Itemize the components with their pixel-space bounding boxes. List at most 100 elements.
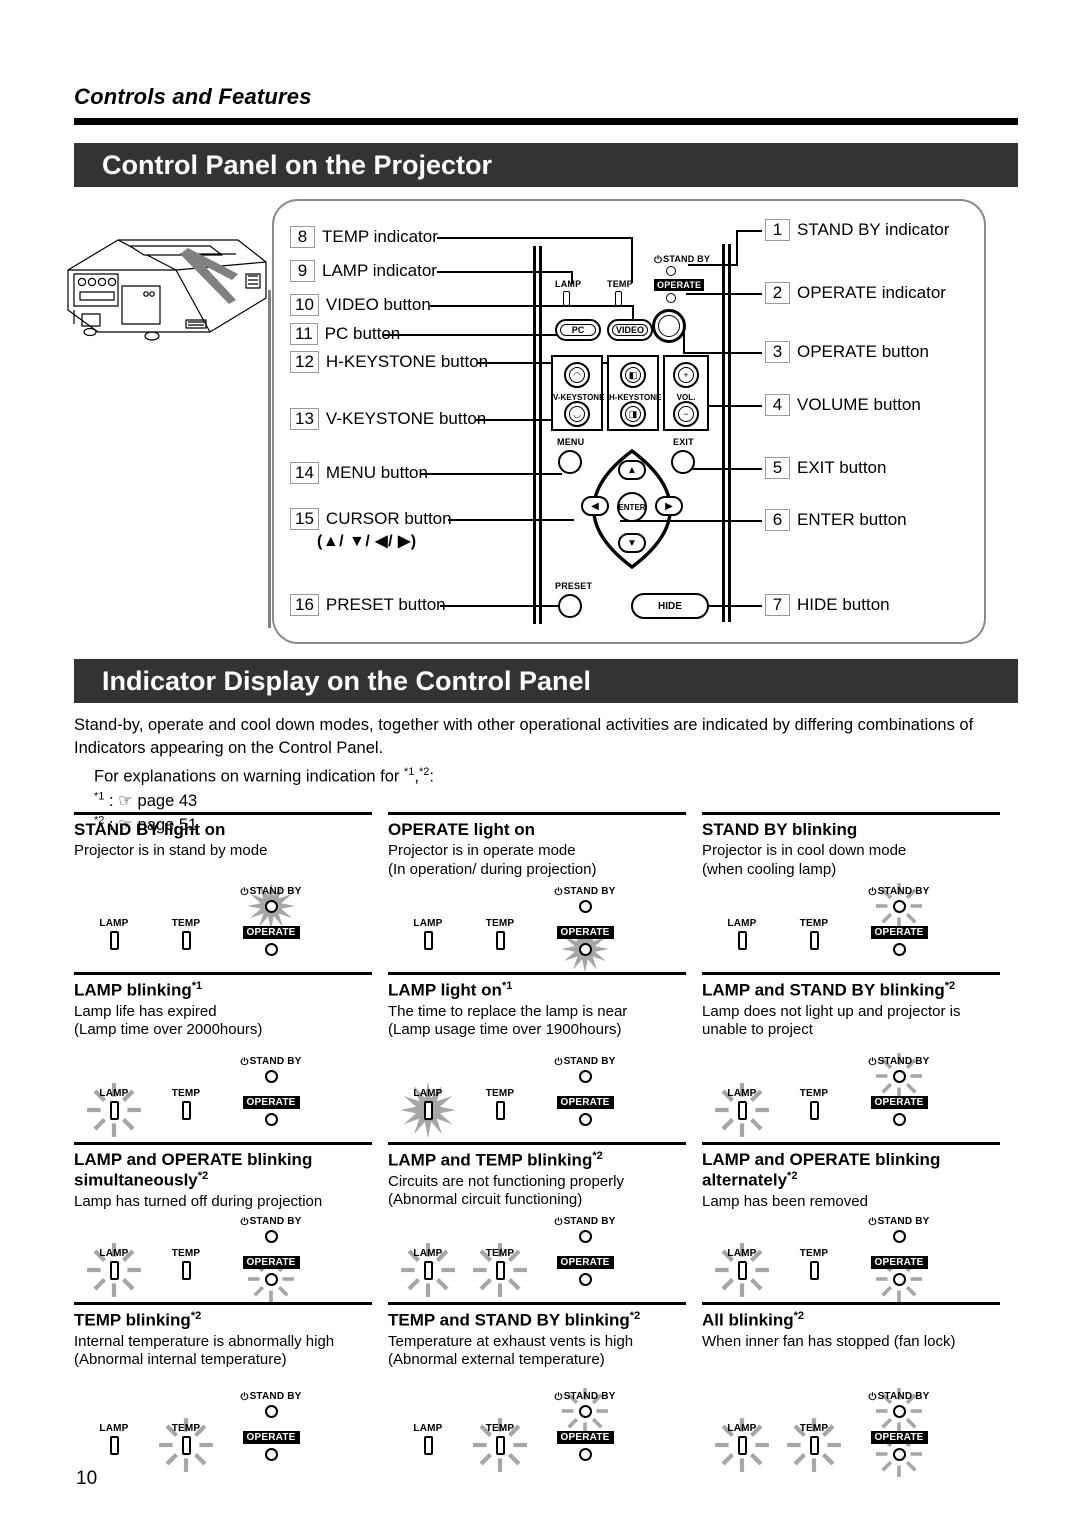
lamp-indicator-label: LAMP <box>413 1248 443 1259</box>
footnote-marker: *2 <box>787 1170 798 1183</box>
projector-illustration <box>67 239 267 341</box>
hide-button[interactable]: HIDE <box>631 593 709 619</box>
indicator-state-description: (Abnormal external temperature) <box>388 1351 605 1369</box>
lamp-indicator: LAMP <box>84 918 144 951</box>
lamp-indicator-label: LAMP <box>413 1088 443 1099</box>
indicator-state-title: STAND BY blinking <box>702 820 858 839</box>
h-keystone-left[interactable]: ◧ <box>620 362 646 388</box>
indicator-state-title: LAMP and OPERATE blinking simultaneously… <box>74 1150 313 1190</box>
callout-label: V-KEYSTONE button <box>325 409 487 429</box>
temp-led-wrap <box>156 1099 216 1121</box>
footnote-marker: *2 <box>419 765 430 778</box>
operate-button[interactable] <box>652 309 686 343</box>
standby-led <box>264 1229 278 1243</box>
callout-number: 10 <box>290 294 319 316</box>
callout-number: 12 <box>290 351 319 373</box>
temp-indicator: TEMP <box>156 1418 216 1472</box>
cell-rule <box>388 812 686 815</box>
h-keystone-button[interactable]: ◧ H-KEYSTONE ◨ <box>607 355 661 431</box>
indicator-row: LAMP and OPERATE blinking simultaneously… <box>74 1142 1018 1302</box>
standby-led-wrap <box>542 1067 628 1085</box>
standby-indicator: ⏻STAND BY <box>228 882 314 930</box>
standby-led <box>892 1069 906 1083</box>
temp-indicator-label: TEMP <box>171 1088 201 1099</box>
header-rule <box>74 118 1018 125</box>
v-keystone-up[interactable]: ◠ <box>564 362 590 388</box>
cursor-up-button[interactable]: ▲ <box>618 460 646 480</box>
preset-button[interactable] <box>558 594 582 618</box>
lamp-indicator: LAMP <box>84 1083 144 1137</box>
v-keystone-down[interactable]: ◡ <box>564 401 590 427</box>
lamp-led-wrap <box>398 929 458 951</box>
operate-led <box>578 942 592 956</box>
callout-10: 10 VIDEO button <box>290 294 431 316</box>
cp-standby-led <box>666 266 676 276</box>
lamp-led <box>737 1100 747 1120</box>
enter-button[interactable]: ENTER <box>617 492 647 522</box>
h-keystone-right[interactable]: ◨ <box>620 401 646 427</box>
standby-indicator-label: ⏻STAND BY <box>554 886 616 898</box>
cp-lamp-label: LAMP <box>555 279 582 289</box>
standby-indicator: ⏻STAND BY <box>542 1216 628 1245</box>
operate-led-wrap <box>228 940 314 958</box>
power-icon: ⏻ <box>240 1057 249 1068</box>
lamp-led <box>109 1100 119 1120</box>
standby-led <box>578 1229 592 1243</box>
pc-button-label: PC <box>571 325 585 335</box>
volume-down[interactable]: − <box>673 401 699 427</box>
cursor-right-button[interactable]: ▶ <box>655 496 683 516</box>
intro-paragraph: Stand-by, operate and cool down modes, t… <box>74 716 974 758</box>
indicator-cell: LAMP and STAND BY blinking*2 Lamp does no… <box>702 972 1016 1142</box>
callout-8: 8 TEMP indicator <box>290 226 438 248</box>
indicator-state-title: LAMP and OPERATE blinking alternately*2 <box>702 1150 941 1190</box>
volume-up[interactable]: + <box>673 362 699 388</box>
pc-button[interactable]: PC <box>555 319 601 341</box>
operate-indicator-label: OPERATE <box>870 1096 928 1109</box>
cursor-down-button[interactable]: ▼ <box>618 533 646 553</box>
standby-led <box>892 899 906 913</box>
callout-label: TEMP indicator <box>322 227 438 247</box>
preset-label: PRESET <box>555 581 593 591</box>
cp-operate-led <box>666 293 676 303</box>
standby-led-wrap <box>228 1067 314 1085</box>
temp-indicator: TEMP <box>470 1243 530 1297</box>
lamp-led-wrap <box>398 1082 458 1138</box>
cell-rule <box>702 812 1000 815</box>
indicator-state-description: Projector is in stand by mode <box>74 842 268 860</box>
cursor-left-button[interactable]: ◀ <box>581 496 609 516</box>
indicator-cluster: LAMP TEMP ⏻STAND BY OPERATE <box>712 1216 1002 1302</box>
lamp-led-wrap <box>398 1434 458 1456</box>
plus-icon: + <box>678 367 694 383</box>
cell-rule <box>74 812 372 815</box>
video-button[interactable]: VIDEO <box>607 319 653 341</box>
temp-led-wrap <box>156 1418 216 1472</box>
lamp-indicator-label: LAMP <box>727 918 757 929</box>
operate-led-wrap <box>542 1445 628 1463</box>
callout-number: 14 <box>290 462 319 484</box>
standby-indicator-label: ⏻STAND BY <box>868 1216 930 1228</box>
operate-led-wrap <box>228 1445 314 1463</box>
leader-8 <box>437 237 633 240</box>
indicator-cluster: LAMP TEMP ⏻STAND BY OPERATE <box>398 886 688 973</box>
callout-3: 3 OPERATE button <box>765 341 929 363</box>
v-keystone-button[interactable]: ◠ V-KEYSTONE ◡ <box>551 355 604 431</box>
cp-lamp-led <box>563 291 570 306</box>
minus-icon: − <box>678 406 694 422</box>
operate-indicator: OPERATE <box>228 1092 314 1128</box>
lamp-indicator: LAMP <box>712 918 772 951</box>
operate-led <box>264 1447 278 1461</box>
volume-button[interactable]: + VOL. − <box>663 355 709 431</box>
temp-indicator: TEMP <box>470 918 530 951</box>
operate-indicator-label: OPERATE <box>242 1256 300 1269</box>
cp-temp-led <box>615 291 622 306</box>
lamp-indicator: LAMP <box>398 1423 458 1456</box>
cursor-up-icon: ▲ <box>627 464 637 476</box>
indicator-state-description: (Abnormal internal temperature) <box>74 1351 287 1369</box>
leader-spine-right-c <box>728 244 731 622</box>
operate-indicator-label: OPERATE <box>556 926 614 939</box>
callout-9: 9 LAMP indicator <box>290 260 437 282</box>
lamp-led <box>423 1100 433 1120</box>
callout-label: STAND BY indicator <box>797 220 950 240</box>
indicator-state-description: (Lamp time over 2000hours) <box>74 1021 263 1039</box>
standby-led <box>264 899 278 913</box>
